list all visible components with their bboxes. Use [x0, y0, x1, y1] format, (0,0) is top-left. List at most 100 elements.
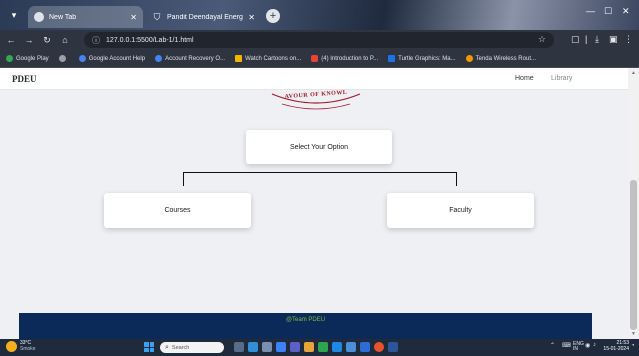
- nav-home-link[interactable]: Home: [515, 75, 534, 82]
- address-bar[interactable]: ⓘ 127.0.0.1:5500/Lab-1/1.html ☆: [84, 32, 554, 48]
- bookmark-label: Google Play: [16, 55, 49, 62]
- taskbar-search[interactable]: ⌕ Search: [160, 342, 224, 353]
- back-icon[interactable]: ←: [4, 35, 18, 45]
- site-footer: @Team PDEU: [19, 313, 592, 339]
- clock-date: 15-01-2024: [603, 346, 629, 352]
- volume-icon[interactable]: ♪: [593, 342, 596, 348]
- tray-chevron-icon[interactable]: ⌃: [550, 342, 555, 349]
- lang-bottom: IN: [573, 346, 578, 352]
- scroll-thumb[interactable]: [630, 180, 637, 330]
- select-option-label: Select Your Option: [290, 143, 348, 151]
- keyboard-icon[interactable]: ⌨: [562, 342, 571, 349]
- brand-logo[interactable]: PDEU: [12, 74, 37, 84]
- notification-icon[interactable]: ◔: [631, 343, 635, 349]
- search-placeholder: Search: [171, 344, 190, 351]
- sidepanel-icon[interactable]: ▣: [609, 34, 618, 45]
- info-icon[interactable]: ⓘ: [92, 35, 100, 46]
- scroll-down-icon[interactable]: ▼: [630, 331, 637, 337]
- store-icon[interactable]: [318, 342, 328, 352]
- browser-toolbar: ← → ↻ ⌂ ⓘ 127.0.0.1:5500/Lab-1/1.html ☆: [0, 30, 639, 50]
- tab-title: New Tab: [49, 13, 77, 21]
- chrome-taskbar-icon[interactable]: [374, 342, 384, 352]
- close-icon[interactable]: ✕: [248, 13, 255, 22]
- browser-tab-strip: ▾ New Tab ✕ ⛉ Pandit Deendayal Energy Un…: [0, 0, 639, 30]
- weather-widget[interactable]: 33°C Smoke: [6, 340, 36, 352]
- faculty-card[interactable]: Faculty: [387, 193, 534, 228]
- shield-icon: ⛉: [153, 12, 161, 22]
- tab-title: Pandit Deendayal Energy Unive...: [167, 13, 243, 21]
- forward-icon[interactable]: →: [22, 35, 36, 45]
- courses-card[interactable]: Courses: [104, 193, 251, 228]
- people-icon[interactable]: [234, 342, 244, 352]
- wifi-icon[interactable]: ◉: [585, 342, 590, 349]
- tree-connector-left: [183, 172, 184, 186]
- system-clock[interactable]: 21:53 15-01-2024: [599, 340, 629, 352]
- globe-icon: [58, 55, 66, 62]
- bookmark-label: Turtle Graphics: Ma...: [398, 55, 456, 62]
- bookmark-label: Watch Cartoons on...: [245, 55, 302, 62]
- cartoon-icon: [235, 55, 243, 62]
- bookmark-item[interactable]: [58, 55, 69, 62]
- tab-pdeu[interactable]: ⛉ Pandit Deendayal Energy Unive... ✕: [146, 6, 261, 28]
- bookmark-label: Tenda Wireless Rout...: [475, 55, 536, 62]
- mail-icon[interactable]: [332, 342, 342, 352]
- google-icon: [155, 55, 163, 62]
- maximize-icon[interactable]: ☐: [604, 6, 612, 17]
- google-icon: [78, 55, 86, 62]
- app-icon[interactable]: [360, 342, 370, 352]
- scroll-up-icon[interactable]: ▲: [630, 70, 637, 76]
- teams-icon[interactable]: [290, 342, 300, 352]
- bookmark-star-icon[interactable]: ☆: [538, 34, 546, 45]
- bookmarks-bar: Google Play Google Account Help Account …: [0, 50, 639, 68]
- file-explorer-icon[interactable]: [304, 342, 314, 352]
- bookmark-item[interactable]: Account Recovery O...: [155, 55, 225, 62]
- footer-text: @Team PDEU: [285, 317, 326, 323]
- new-tab-button[interactable]: +: [266, 9, 280, 23]
- home-icon[interactable]: ⌂: [58, 35, 72, 45]
- weather-condition: Smoke: [20, 346, 36, 352]
- turtle-icon: [388, 55, 396, 62]
- tree-connector-right: [456, 172, 457, 186]
- web-page: PDEU Home Library AVOUR OF KNOWL Select …: [0, 68, 628, 339]
- bookmark-item[interactable]: Turtle Graphics: Ma...: [388, 55, 456, 62]
- windows-start-icon[interactable]: [144, 342, 154, 352]
- nav-library-link[interactable]: Library: [551, 75, 572, 82]
- youtube-icon: [311, 55, 319, 62]
- reload-icon[interactable]: ↻: [40, 35, 54, 46]
- weather-sun-icon: [6, 340, 17, 352]
- widgets-icon[interactable]: [248, 342, 258, 352]
- bookmark-item[interactable]: Google Account Help: [78, 55, 146, 62]
- word-icon[interactable]: [388, 342, 398, 352]
- faculty-label: Faculty: [449, 207, 472, 214]
- edge-icon[interactable]: [276, 342, 286, 352]
- bookmark-label: (4) Introduction to P...: [321, 55, 379, 62]
- close-icon[interactable]: ✕: [130, 13, 137, 22]
- google-play-icon: [6, 55, 13, 62]
- site-navbar: PDEU Home Library: [0, 68, 628, 90]
- separator-icon: |: [585, 34, 588, 44]
- close-window-icon[interactable]: ✕: [622, 6, 630, 17]
- download-icon[interactable]: ⤓: [595, 34, 599, 45]
- select-option-card[interactable]: Select Your Option: [246, 130, 392, 164]
- language-indicator[interactable]: ENG IN: [573, 342, 584, 352]
- bookmark-item[interactable]: Tenda Wireless Rout...: [465, 55, 536, 62]
- tab-new-tab[interactable]: New Tab ✕: [28, 6, 143, 28]
- task-view-icon[interactable]: [262, 342, 272, 352]
- bookmark-label: Account Recovery O...: [165, 55, 226, 62]
- search-icon: ⌕: [165, 343, 169, 351]
- menu-icon[interactable]: ⋮: [624, 34, 633, 45]
- bookmark-item[interactable]: (4) Introduction to P...: [311, 55, 378, 62]
- tenda-icon: [465, 55, 473, 62]
- tree-connector: [183, 172, 457, 173]
- extensions-icon[interactable]: ▢: [571, 34, 580, 45]
- bookmark-item[interactable]: Google Play: [6, 55, 49, 62]
- windows-taskbar: 33°C Smoke ⌕ Search ⌃ ⌨ ENG IN ◉ ♪ 21:53…: [0, 339, 639, 356]
- minimize-icon[interactable]: —: [586, 6, 595, 16]
- tab-search-icon[interactable]: ▾: [8, 9, 20, 21]
- vscode-icon[interactable]: [346, 342, 356, 352]
- page-scrollbar[interactable]: ▲ ▼: [628, 68, 639, 339]
- courses-label: Courses: [164, 207, 191, 214]
- bookmark-item[interactable]: Watch Cartoons on...: [235, 55, 301, 62]
- url-text: 127.0.0.1:5500/Lab-1/1.html: [106, 36, 194, 44]
- bookmark-label: Google Account Help: [88, 55, 146, 62]
